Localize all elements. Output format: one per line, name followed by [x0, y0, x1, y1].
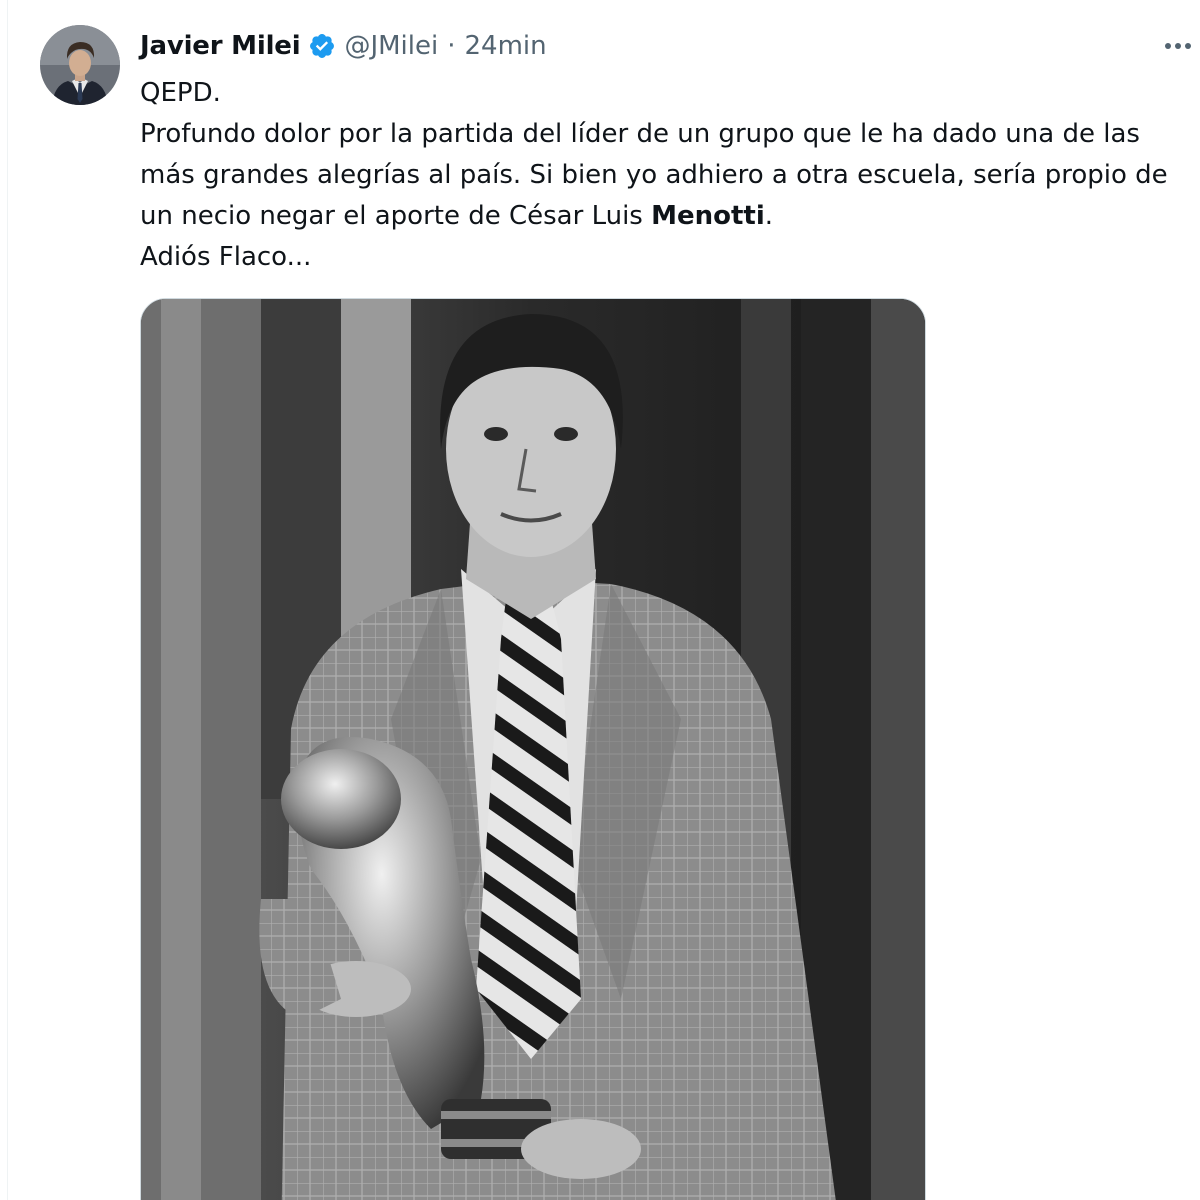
profile-photo-avatar-icon: [40, 25, 120, 105]
header-separator: ·: [447, 31, 456, 61]
tweet-text-paragraph: Profundo dolor por la partida del líder …: [140, 114, 1180, 237]
author-handle[interactable]: @JMilei: [344, 31, 438, 61]
more-options-icon: [1165, 43, 1191, 49]
author-avatar[interactable]: [40, 25, 120, 105]
photo-illustration: [141, 299, 925, 1200]
author-display-name[interactable]: Javier Milei: [140, 31, 301, 61]
tweet-text-line: QEPD.: [140, 78, 221, 108]
tweet-text-bold-name: Menotti: [651, 201, 765, 231]
tweet-header: Javier Milei @JMilei · 24min: [140, 26, 547, 66]
verified-badge-icon[interactable]: [308, 32, 336, 60]
tweet-text: QEPD. Profundo dolor por la partida del …: [140, 73, 1180, 278]
tweet-media-photo[interactable]: [140, 298, 926, 1200]
tweet-text-line: Adiós Flaco...: [140, 242, 312, 272]
tweet-text-segment: .: [764, 201, 774, 231]
more-options-button[interactable]: [1158, 30, 1198, 62]
tweet-timestamp[interactable]: 24min: [464, 31, 546, 61]
timeline-divider: [7, 0, 8, 1200]
tweet-page: Javier Milei @JMilei · 24min QEPD. Profu…: [0, 0, 1200, 1200]
